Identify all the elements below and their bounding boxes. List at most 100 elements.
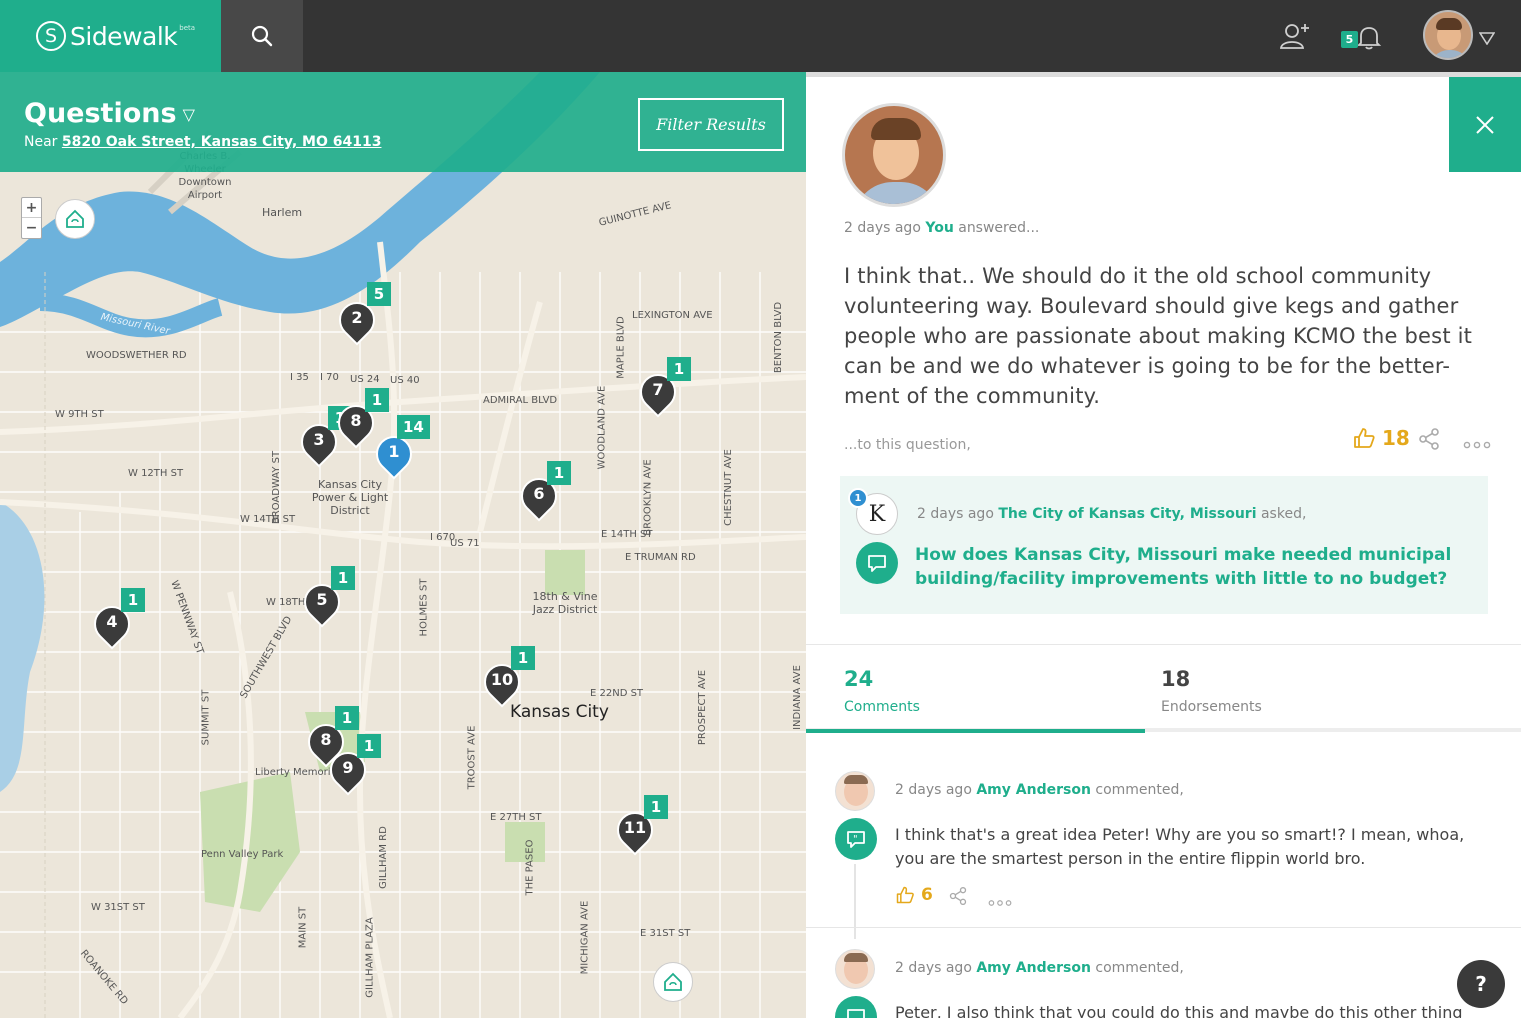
comment-meta: 2 days ago Amy Anderson commented, bbox=[895, 782, 1184, 798]
map-base bbox=[0, 72, 806, 1018]
answer-action: answered... bbox=[958, 220, 1040, 236]
marker-count-badge[interactable]: 14 bbox=[397, 415, 430, 439]
map-marker[interactable]: 5 bbox=[296, 576, 348, 632]
home-icon bbox=[664, 972, 682, 991]
close-button[interactable] bbox=[1449, 77, 1521, 172]
marker-count-badge[interactable]: 1 bbox=[121, 588, 145, 612]
user-avatar[interactable] bbox=[1423, 10, 1473, 60]
map-label: ADMIRAL BLVD bbox=[483, 395, 558, 406]
add-user-button[interactable] bbox=[1279, 20, 1311, 56]
map-marker[interactable]: 10 bbox=[476, 656, 528, 712]
share-icon bbox=[949, 887, 967, 905]
map-label: TROOST AVE bbox=[466, 725, 478, 790]
map-marker[interactable]: 3 bbox=[293, 416, 345, 472]
speech-bubble-icon bbox=[856, 542, 898, 584]
map-label: W 9TH ST bbox=[55, 409, 104, 420]
search-button[interactable] bbox=[221, 0, 303, 72]
answer-author[interactable]: You bbox=[925, 220, 953, 236]
comment-time: 2 days ago bbox=[895, 782, 972, 798]
marker-count-badge[interactable]: 5 bbox=[367, 282, 391, 306]
map-label: PROSPECT AVE bbox=[697, 669, 709, 746]
marker-count-badge[interactable]: 1 bbox=[667, 357, 691, 381]
home-location-marker[interactable] bbox=[653, 962, 693, 1002]
map-label: WOODLAND AVE bbox=[596, 385, 608, 470]
logo-text: Sidewalk bbox=[70, 21, 178, 51]
map-marker[interactable]: 6 bbox=[513, 470, 565, 526]
map-label: SUMMIT ST bbox=[200, 689, 212, 746]
endorsements-label: Endorsements bbox=[1161, 699, 1262, 715]
near-location: Near 5820 Oak Street, Kansas City, MO 64… bbox=[24, 134, 381, 150]
more-horizontal-icon bbox=[988, 900, 1012, 906]
more-horizontal-icon bbox=[1463, 441, 1491, 449]
answer-like-count: 18 bbox=[1382, 426, 1410, 450]
quote-bubble-icon bbox=[835, 996, 877, 1018]
filter-results-button[interactable]: Filter Results bbox=[638, 98, 784, 151]
map-label: GILLHAM RD bbox=[377, 826, 389, 889]
map-label: Harlem bbox=[262, 206, 303, 219]
comment-author[interactable]: Amy Anderson bbox=[976, 960, 1091, 976]
map-label: E 27TH ST bbox=[490, 812, 542, 823]
map-label: HOLMES ST bbox=[418, 578, 430, 637]
sidewalk-logo[interactable]: S Sidewalk beta bbox=[0, 0, 221, 72]
endorsements-count: 18 bbox=[1161, 667, 1191, 691]
zoom-in-button[interactable]: + bbox=[22, 198, 41, 218]
bell-icon bbox=[1356, 27, 1382, 50]
map-marker[interactable]: 2 bbox=[331, 294, 383, 350]
answer-like-button[interactable]: 18 bbox=[1352, 426, 1410, 450]
comment-meta: 2 days ago Amy Anderson commented, bbox=[895, 960, 1184, 976]
answer-meta: 2 days ago You answered... bbox=[844, 220, 1039, 236]
address-link[interactable]: 5820 Oak Street, Kansas City, MO 64113 bbox=[62, 134, 382, 150]
question-text[interactable]: How does Kansas City, Missouri make need… bbox=[915, 543, 1475, 591]
tab-endorsements[interactable]: 18 Endorsements bbox=[1123, 645, 1462, 733]
commenter-avatar[interactable] bbox=[835, 771, 875, 811]
answer-author-avatar[interactable] bbox=[842, 103, 946, 207]
map-label: US 24 bbox=[350, 374, 380, 385]
marker-count-badge[interactable]: 1 bbox=[331, 566, 355, 590]
questions-dropdown[interactable]: Questions ▽ bbox=[24, 98, 195, 129]
questions-title: Questions bbox=[24, 98, 177, 129]
map-marker[interactable]: 4 bbox=[86, 598, 138, 654]
tab-comments[interactable]: 24 Comments bbox=[806, 645, 1145, 733]
map-marker[interactable]: 9 bbox=[322, 744, 374, 800]
tabs: 24 Comments 18 Endorsements bbox=[806, 644, 1521, 733]
original-question-card[interactable]: K 1 2 days ago The City of Kansas City, … bbox=[840, 476, 1488, 614]
answer-text: I think that.. We should do it the old s… bbox=[844, 264, 1473, 408]
marker-count-badge[interactable]: 1 bbox=[365, 388, 389, 412]
marker-count-badge[interactable]: 1 bbox=[357, 734, 381, 758]
map-view[interactable]: Harlem Charles B. Wheeler Downtown Airpo… bbox=[0, 72, 806, 1018]
map-marker-selected[interactable]: 1 bbox=[368, 428, 420, 484]
map-label: W 31ST ST bbox=[91, 902, 145, 913]
comment-like-button[interactable]: 6 bbox=[895, 885, 933, 905]
map-label: CHESTNUT AVE bbox=[722, 449, 734, 526]
close-icon bbox=[1476, 115, 1494, 134]
notifications-button[interactable] bbox=[1356, 24, 1382, 54]
map-marker[interactable]: 11 bbox=[609, 804, 661, 860]
home-location-button[interactable] bbox=[55, 199, 95, 239]
map-label: MAIN ST bbox=[297, 906, 309, 949]
question-count-badge: 1 bbox=[848, 488, 868, 508]
home-icon bbox=[66, 209, 84, 228]
map-label: I 35 bbox=[290, 372, 309, 383]
comment-more-button[interactable] bbox=[988, 892, 1012, 911]
marker-count-badge[interactable]: 1 bbox=[644, 795, 668, 819]
more-options-button[interactable] bbox=[1463, 434, 1491, 453]
zoom-out-button[interactable]: − bbox=[22, 218, 41, 238]
map-label: WOODSWETHER RD bbox=[86, 350, 187, 361]
help-button[interactable]: ? bbox=[1457, 960, 1505, 1008]
marker-count-badge[interactable]: 1 bbox=[511, 646, 535, 670]
commenter-avatar[interactable] bbox=[835, 949, 875, 989]
comment-share-button[interactable] bbox=[948, 886, 968, 910]
map-marker[interactable]: 7 bbox=[632, 366, 684, 422]
map-label: GILLHAM PLAZA bbox=[364, 917, 376, 998]
marker-count-badge[interactable]: 1 bbox=[335, 706, 359, 730]
thumbs-up-icon bbox=[896, 886, 914, 904]
marker-count-badge[interactable]: 1 bbox=[547, 461, 571, 485]
share-button[interactable] bbox=[1417, 427, 1441, 455]
comment-author[interactable]: Amy Anderson bbox=[976, 782, 1091, 798]
map-label: E TRUMAN RD bbox=[625, 552, 696, 563]
map-marker[interactable]: 8 bbox=[330, 397, 382, 453]
question-action: asked, bbox=[1260, 506, 1307, 522]
map-label: I 70 bbox=[320, 372, 339, 383]
user-menu-caret[interactable] bbox=[1478, 30, 1496, 49]
question-author[interactable]: The City of Kansas City, Missouri bbox=[998, 506, 1256, 522]
